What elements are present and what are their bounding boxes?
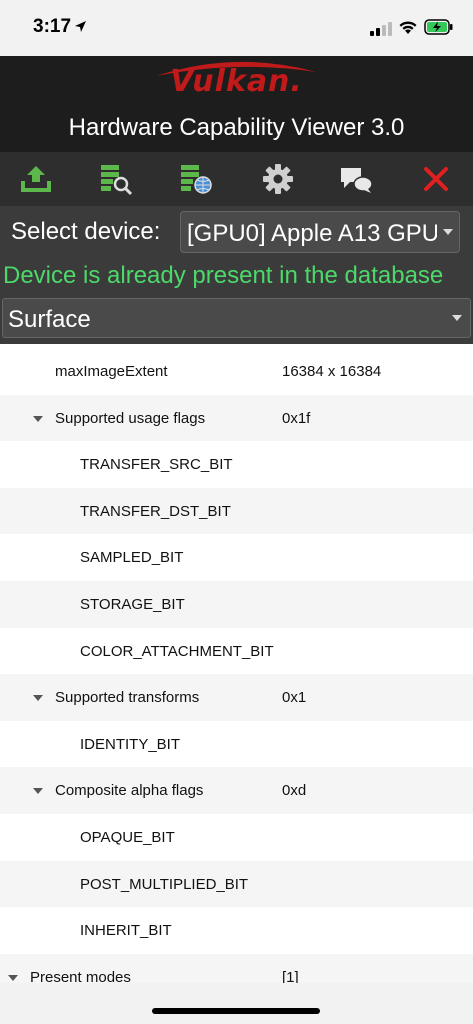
tree-row-name: OPAQUE_BIT bbox=[80, 828, 175, 846]
category-dropdown-value: Surface bbox=[8, 306, 91, 333]
tree-row-name: POST_MULTIPLIED_BIT bbox=[80, 875, 249, 893]
device-dropdown[interactable]: [GPU0] Apple A13 GPU bbox=[180, 211, 460, 253]
expand-arrow-icon[interactable] bbox=[33, 695, 43, 702]
tree-row[interactable]: Composite alpha flags 0xd bbox=[0, 767, 473, 814]
home-indicator-area bbox=[0, 983, 473, 1024]
expand-arrow-icon[interactable] bbox=[33, 788, 43, 795]
tree-row-name: IDENTITY_BIT bbox=[80, 735, 181, 753]
tree-row[interactable]: Supported usage flags 0x1f bbox=[0, 394, 473, 442]
tree-row: POST_MULTIPLIED_BIT bbox=[0, 860, 473, 908]
device-dropdown-value: [GPU0] Apple A13 GPU bbox=[187, 220, 440, 247]
tree-row: STORAGE_BIT bbox=[0, 580, 473, 628]
tree-row[interactable]: Supported transforms 0x1 bbox=[0, 674, 473, 721]
tree-row: TRANSFER_DST_BIT bbox=[0, 487, 473, 535]
category-dropdown[interactable]: Surface bbox=[2, 298, 471, 338]
tree-row-name: TRANSFER_DST_BIT bbox=[80, 502, 231, 520]
toolbar bbox=[0, 152, 473, 206]
tree-row-value: 0x1f bbox=[282, 409, 311, 427]
vulkan-logo: Vulkan. bbox=[0, 61, 473, 101]
tree-row-name: Supported usage flags bbox=[55, 409, 206, 427]
status-bar: 3:17 bbox=[0, 0, 473, 56]
search-database-icon[interactable] bbox=[98, 162, 134, 196]
tree-row-value: 0x1 bbox=[282, 689, 307, 707]
device-selection-row: Select device: [GPU0] Apple A13 GPU bbox=[0, 206, 473, 258]
upload-icon[interactable] bbox=[18, 162, 54, 196]
tree-row-name: maxImageExtent bbox=[55, 363, 168, 380]
location-arrow-icon bbox=[75, 21, 86, 32]
tree-row: INHERIT_BIT bbox=[0, 907, 473, 954]
home-indicator[interactable] bbox=[152, 1008, 320, 1014]
tree-row: IDENTITY_BIT bbox=[0, 721, 473, 768]
tree-row: maxImageExtent 16384 x 16384 bbox=[0, 348, 473, 395]
dropdown-caret-icon bbox=[452, 315, 462, 321]
settings-gear-icon[interactable] bbox=[260, 162, 296, 196]
tree-row-value: 0xd bbox=[282, 782, 307, 800]
select-device-label: Select device: bbox=[11, 218, 161, 245]
cellular-signal-icon bbox=[370, 22, 392, 36]
app-header: Vulkan. Hardware Capability Viewer 3.0 bbox=[0, 56, 473, 152]
tree-row: OPAQUE_BIT bbox=[0, 814, 473, 861]
expand-arrow-icon[interactable] bbox=[33, 415, 43, 422]
battery-charging-icon bbox=[424, 19, 453, 35]
tree-row: TRANSFER_SRC_BIT bbox=[0, 441, 473, 488]
dropdown-caret-icon bbox=[437, 212, 459, 252]
close-icon[interactable] bbox=[418, 162, 454, 196]
tree-row-name: Composite alpha flags bbox=[55, 782, 204, 800]
tree-row-name: STORAGE_BIT bbox=[80, 595, 185, 613]
online-database-icon[interactable] bbox=[178, 162, 214, 196]
app-title: Hardware Capability Viewer 3.0 bbox=[68, 114, 405, 141]
tree-row-name: COLOR_ATTACHMENT_BIT bbox=[80, 642, 274, 660]
tree-row-name: Supported transforms bbox=[55, 689, 200, 707]
tree-row: SAMPLED_BIT bbox=[0, 534, 473, 581]
category-row: Surface bbox=[0, 296, 473, 344]
status-time: 3:17 bbox=[33, 16, 72, 37]
wifi-icon bbox=[399, 21, 417, 34]
property-tree: maxImageExtent 16384 x 16384 Supported usa… bbox=[0, 348, 473, 1001]
tree-row-name: INHERIT_BIT bbox=[80, 922, 172, 940]
database-status-message: Device is already present in the databas… bbox=[3, 262, 444, 289]
tree-row-value: 16384 x 16384 bbox=[282, 363, 382, 380]
tree-row-name: TRANSFER_SRC_BIT bbox=[80, 456, 233, 474]
tree-row: COLOR_ATTACHMENT_BIT bbox=[0, 628, 473, 675]
status-message-row: Device is already present in the databas… bbox=[0, 258, 473, 296]
feedback-chat-icon[interactable] bbox=[338, 162, 374, 196]
tree-row-name: SAMPLED_BIT bbox=[80, 549, 184, 567]
expand-arrow-icon[interactable] bbox=[8, 974, 18, 981]
